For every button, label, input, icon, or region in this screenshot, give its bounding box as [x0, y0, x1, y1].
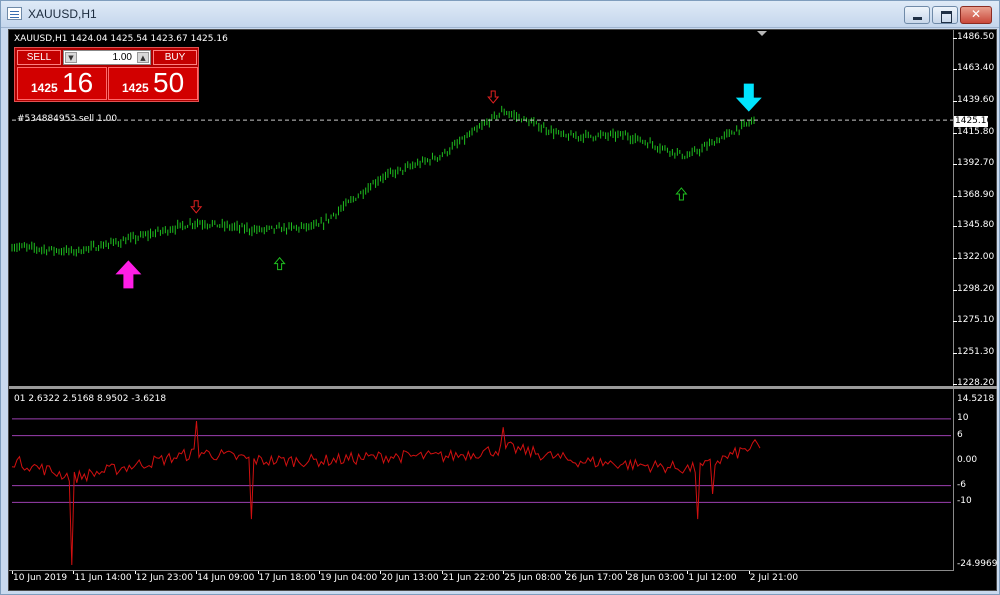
- order-line-label: #534884953 sell 1.00: [17, 114, 118, 124]
- price-axis-tick: [953, 384, 957, 385]
- time-axis-tick: [503, 571, 505, 574]
- time-axis-tick: [564, 571, 566, 574]
- price-axis-label: 1486.50: [957, 32, 995, 42]
- price-axis-tick: [953, 195, 957, 197]
- sell-signal-small-icon: [487, 90, 500, 104]
- sell-price-pips: 16: [62, 67, 94, 98]
- indicator-axis-label: -24.9969: [957, 559, 998, 569]
- time-axis-label: 28 Jun 03:00: [627, 573, 685, 583]
- current-price-tag: 1425.16: [954, 116, 993, 127]
- price-axis-tick: [953, 258, 957, 260]
- lot-decrease-icon[interactable]: ▼: [65, 52, 77, 63]
- time-axis-tick: [12, 571, 13, 574]
- lot-value[interactable]: 1.00: [80, 51, 132, 64]
- terminal-window: XAUUSD,H1 XAUUSD,H1 1424.04 1425.54 1423…: [0, 0, 1000, 595]
- price-axis-label: 1228.20: [957, 378, 995, 388]
- price-axis-label: 1415.80: [957, 126, 995, 137]
- price-axis-tick: [953, 163, 957, 165]
- buy-button[interactable]: BUY: [153, 50, 197, 65]
- time-axis-label: 11 Jun 14:00: [74, 573, 132, 583]
- price-chart-canvas: [11, 83, 953, 566]
- chart-window-icon: [7, 7, 22, 20]
- time-axis-tick: [687, 571, 689, 574]
- price-axis-tick: [953, 290, 957, 292]
- buy-price-prefix: 1425: [122, 81, 149, 95]
- indicator-axis-label: 14.5218: [957, 394, 995, 404]
- price-axis-label: 1322.00: [957, 252, 995, 263]
- time-axis-label: 10 Jun 2019: [13, 573, 68, 583]
- price-candles: [11, 105, 755, 257]
- minimize-button[interactable]: [904, 6, 930, 24]
- indicator-axis-label: -10: [957, 496, 972, 507]
- price-axis-tick: [953, 132, 957, 134]
- close-button[interactable]: [960, 6, 992, 24]
- buy-price-pips: 50: [153, 67, 185, 98]
- buy-signal-small-icon: [273, 256, 286, 271]
- time-axis-tick: [380, 571, 382, 574]
- window-title: XAUUSD,H1: [28, 7, 97, 21]
- time-axis-tick: [73, 571, 75, 574]
- time-axis-label: 19 Jun 04:00: [320, 573, 378, 583]
- indicator-axis-label: 6: [957, 429, 963, 440]
- price-axis-label: 1251.30: [957, 347, 995, 358]
- price-axis-label: 1275.10: [957, 315, 995, 326]
- price-axis-border: [953, 30, 954, 571]
- sell-price-button[interactable]: 1425 16: [17, 67, 107, 100]
- price-axis-label: 1439.60: [957, 94, 995, 105]
- time-axis-label: 20 Jun 13:00: [381, 573, 439, 583]
- time-axis-label: 21 Jun 22:00: [442, 573, 500, 583]
- buy-signal-small-icon: [675, 187, 688, 201]
- sell-signal-small-icon: [190, 200, 203, 214]
- shift-marker-icon[interactable]: [757, 31, 767, 36]
- time-axis-label: 2 Jul 21:00: [749, 573, 799, 583]
- time-axis-tick: [626, 571, 627, 574]
- title-bar[interactable]: XAUUSD,H1: [1, 1, 999, 28]
- buy-price-button[interactable]: 1425 50: [108, 67, 198, 100]
- time-axis-label: 12 Jun 23:00: [135, 573, 193, 583]
- main-pane-info: XAUUSD,H1 1424.04 1425.54 1423.67 1425.1…: [14, 34, 228, 44]
- time-axis-label: 1 Jul 12:00: [688, 573, 737, 583]
- lot-size-field[interactable]: ▼ 1.00 ▲: [63, 50, 151, 65]
- indicator-line: [11, 420, 761, 566]
- lot-increase-icon[interactable]: ▲: [137, 52, 149, 63]
- time-axis-label: 25 Jun 08:00: [504, 573, 562, 583]
- sell-button[interactable]: SELL: [17, 50, 61, 65]
- time-axis-border: [9, 570, 953, 571]
- maximize-button[interactable]: [932, 6, 958, 24]
- one-click-trading-panel: SELL ▼ 1.00 ▲ BUY 1425 16 1425 50: [14, 47, 199, 102]
- price-axis-label: 1298.20: [957, 284, 995, 295]
- time-axis-tick: [441, 571, 443, 574]
- time-axis-label: 17 Jun 18:00: [258, 573, 316, 583]
- indicator-axis-label: 0.00: [957, 454, 978, 465]
- indicator-pane-info: 01 2.6322 2.5168 8.9502 -3.6218: [14, 394, 167, 404]
- price-axis-tick: [953, 38, 957, 39]
- price-axis-tick: [953, 226, 957, 228]
- price-axis-tick: [953, 321, 957, 323]
- price-axis-label: 1463.40: [957, 62, 995, 73]
- pane-splitter[interactable]: [9, 386, 997, 389]
- time-axis-tick: [196, 571, 198, 574]
- sell-signal-arrow-icon: [735, 83, 762, 112]
- sell-price-prefix: 1425: [31, 81, 58, 95]
- indicator-axis-label: 10: [957, 412, 969, 423]
- time-axis-label: 14 Jun 09:00: [197, 573, 255, 583]
- price-axis-label: 1392.70: [957, 157, 995, 168]
- time-axis-tick: [134, 571, 136, 574]
- time-axis-tick: [319, 571, 320, 574]
- price-axis-label: 1368.90: [957, 189, 995, 200]
- chart-area[interactable]: XAUUSD,H1 1424.04 1425.54 1423.67 1425.1…: [8, 29, 997, 591]
- price-axis-tick: [953, 353, 957, 355]
- price-axis-tick: [953, 100, 957, 102]
- price-axis-tick: [953, 68, 957, 70]
- time-axis-label: 26 Jun 17:00: [565, 573, 623, 583]
- buy-signal-arrow-icon: [115, 260, 142, 289]
- time-axis-tick: [748, 571, 750, 574]
- price-axis-label: 1345.80: [957, 220, 995, 231]
- indicator-axis-label: -6: [957, 479, 966, 490]
- time-axis-tick: [257, 571, 259, 574]
